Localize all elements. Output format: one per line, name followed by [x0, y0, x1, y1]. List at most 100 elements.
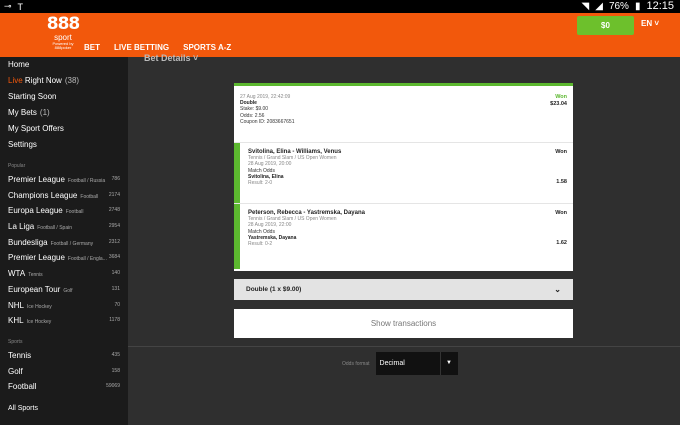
- league-name: Premier League: [8, 175, 65, 184]
- t-icon: T: [17, 1, 24, 12]
- wifi-icon: ◥: [581, 0, 590, 12]
- sidebar-popular-item[interactable]: KHL Ice Hockey 1178: [0, 313, 128, 329]
- dropdown-caret-icon: ▼: [439, 352, 458, 375]
- sidebar-sport-item[interactable]: Golf 158: [0, 364, 128, 380]
- league-category: Football / Engla...: [67, 256, 107, 263]
- odds-format-row: Odds format Decimal ▼: [342, 352, 458, 375]
- selection-result: Result: 2-0: [248, 180, 273, 187]
- sidebar-popular-item[interactable]: Champions League Football 2174: [0, 188, 128, 204]
- league-name: KHL: [8, 316, 24, 326]
- language-selector[interactable]: EN ˅: [641, 19, 659, 28]
- league-name: WTA: [8, 269, 26, 279]
- sidebar-popular-item[interactable]: La Liga Football / Spain 2954: [0, 219, 128, 235]
- league-category: Football: [80, 193, 99, 200]
- divider: [128, 346, 680, 347]
- bet-details-card: 27 Aug 2019, 22:42:09 Double Stake: $9.0…: [234, 83, 573, 271]
- nav-sports-a-z[interactable]: SPORTS A-Z: [183, 43, 231, 52]
- event-count: 2174: [108, 191, 120, 198]
- event-count: 59069: [106, 383, 120, 390]
- accordion-label: Double (1 x $9.00): [246, 286, 302, 293]
- brand-logo[interactable]: 888 sport Powered by 888poker: [46, 16, 81, 50]
- battery-text: 76%: [608, 0, 629, 12]
- league-category: Football / Russia: [67, 178, 106, 184]
- page-title[interactable]: Bet Details ˅: [144, 53, 198, 63]
- sport-name: Golf: [8, 366, 23, 376]
- selection-odds: 1.58: [556, 179, 567, 185]
- sidebar-item-home[interactable]: Home: [0, 57, 128, 73]
- bet-coupon: Coupon ID: 2083667651: [240, 118, 295, 125]
- top-header: 888 sport Powered by 888poker BET LIVE B…: [0, 13, 680, 57]
- sidebar-item-my-sport-offers[interactable]: My Sport Offers: [0, 121, 128, 137]
- selection-odds: 1.62: [556, 240, 567, 246]
- sidebar: Home Live Right Now (38) Starting Soon My…: [0, 57, 128, 425]
- league-name: Europa League: [8, 206, 63, 216]
- selection-status: Won: [555, 149, 567, 155]
- sidebar-item-starting-soon[interactable]: Starting Soon: [0, 89, 128, 105]
- key-icon: ⊸: [4, 1, 12, 11]
- selection-result: Result: 0-2: [248, 241, 273, 248]
- double-accordion[interactable]: Double (1 x $9.00) ⌄: [234, 279, 573, 300]
- status-bar: ⊸ T ◥ ◢ 76% ▮ 12:15: [0, 0, 680, 13]
- event-count: 140: [111, 270, 120, 277]
- sidebar-popular-item[interactable]: European Tour Golf 131: [0, 282, 128, 298]
- event-count: 435: [111, 351, 120, 358]
- sidebar-popular-item[interactable]: NHL Ice Hockey 70: [0, 298, 128, 314]
- sidebar-popular-item[interactable]: WTA Tennis 140: [0, 266, 128, 282]
- event-count: 1178: [109, 317, 120, 324]
- league-category: Golf: [63, 287, 73, 294]
- event-count: 2748: [108, 207, 120, 214]
- battery-icon: ▮: [634, 0, 641, 12]
- sidebar-item-my-bets[interactable]: My Bets (1): [0, 105, 128, 121]
- league-category: Tennis: [28, 272, 43, 279]
- sidebar-popular-item[interactable]: Europa League Football 2748: [0, 203, 128, 219]
- league-category: Football: [65, 209, 84, 216]
- all-sports-heading[interactable]: All Sports: [0, 403, 128, 414]
- sidebar-popular-item[interactable]: Premier League Football / Engla... 3684: [0, 250, 128, 266]
- odds-format-select[interactable]: Decimal ▼: [375, 352, 458, 375]
- show-transactions-button[interactable]: Show transactions: [234, 309, 573, 338]
- sidebar-sport-item[interactable]: Football 59069: [0, 379, 128, 395]
- event-count: 3684: [108, 254, 120, 261]
- selection-won-marker: [234, 143, 240, 203]
- league-name: Bundesliga: [8, 237, 48, 247]
- event-count: 2312: [108, 238, 120, 245]
- event-count: 2954: [108, 223, 120, 230]
- sidebar-item-settings[interactable]: Settings: [0, 137, 128, 153]
- league-name: Champions League: [8, 190, 78, 200]
- bet-summary: 27 Aug 2019, 22:42:09 Double Stake: $9.0…: [234, 86, 573, 143]
- league-category: Football / Spain: [37, 225, 72, 232]
- clock: 12:15: [646, 0, 674, 12]
- odds-format-value: Decimal: [379, 360, 405, 367]
- selection-status: Won: [555, 210, 567, 216]
- nav-bet[interactable]: BET: [84, 43, 100, 52]
- league-category: Ice Hockey: [26, 319, 52, 326]
- chevron-down-icon: ⌄: [554, 285, 561, 294]
- league-name: European Tour: [8, 284, 61, 294]
- sidebar-sport-item[interactable]: Tennis 435: [0, 348, 128, 364]
- main-panel: Bet Details ˅ 27 Aug 2019, 22:42:09 Doub…: [128, 53, 680, 425]
- sidebar-popular-item[interactable]: Premier League Football / Russia 786: [0, 172, 128, 188]
- sport-name: Football: [8, 382, 37, 392]
- odds-format-label: Odds format: [342, 360, 370, 367]
- nav-live-betting[interactable]: LIVE BETTING: [114, 43, 169, 52]
- sport-name: Tennis: [8, 350, 32, 360]
- sidebar-item-live-right-now[interactable]: Live Right Now (38): [0, 73, 128, 89]
- bet-status: Won: [555, 94, 567, 100]
- league-category: Ice Hockey: [27, 303, 52, 310]
- popular-heading: Popular: [8, 163, 26, 169]
- signal-icon: ◢: [595, 0, 603, 12]
- selection-1: Svitolina, Elina - Williams, Venus Tenni…: [234, 143, 573, 204]
- bet-payout: $23.04: [550, 101, 567, 107]
- balance-button[interactable]: $0: [577, 16, 634, 35]
- event-count: 131: [111, 285, 120, 292]
- selection-won-marker: [234, 204, 240, 269]
- league-name: La Liga: [8, 222, 35, 232]
- league-name: Premier League: [8, 253, 65, 263]
- sidebar-popular-item[interactable]: Bundesliga Football / Germany 2312: [0, 235, 128, 251]
- sports-heading: Sports: [8, 338, 23, 345]
- league-category: Football / Germany: [50, 240, 94, 247]
- event-count: 70: [114, 301, 120, 308]
- league-name: NHL: [8, 300, 25, 310]
- event-count: 786: [111, 176, 120, 182]
- selection-2: Peterson, Rebecca - Yastremska, Dayana T…: [234, 204, 573, 269]
